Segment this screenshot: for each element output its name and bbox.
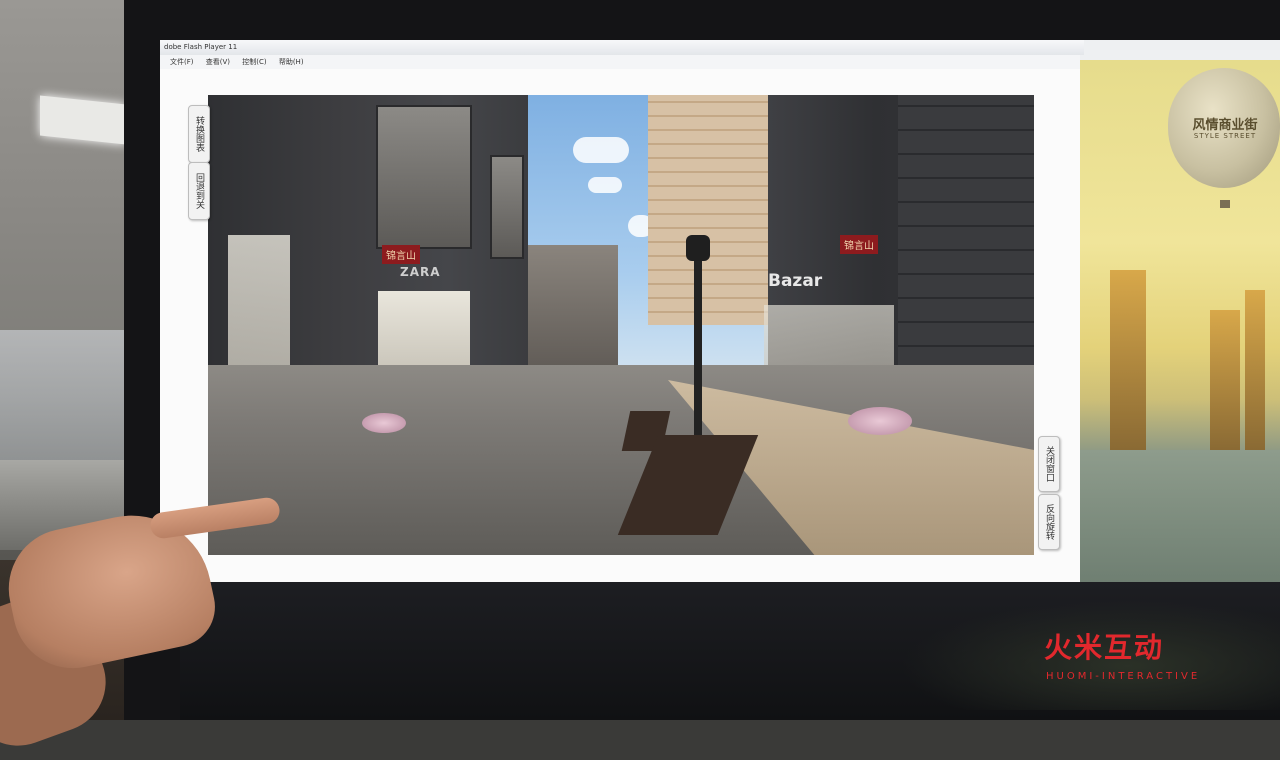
close-window-button[interactable]: 关闭窗口 <box>1038 436 1060 492</box>
banner-tower <box>1245 290 1265 450</box>
sign-zara: ZARA <box>400 265 441 279</box>
menu-help[interactable]: 帮助(H) <box>279 55 304 69</box>
window-title: dobe Flash Player 11 <box>160 40 1084 55</box>
watermark-logo: 火米互动 <box>1044 631 1165 664</box>
cloud <box>588 177 622 193</box>
flower-planter <box>848 407 912 435</box>
reverse-rotate-button[interactable]: 反向旋转 <box>1038 494 1060 550</box>
left-window <box>490 155 524 259</box>
flower-planter <box>362 413 406 433</box>
watermark-subtitle: HUOMI-INTERACTIVE <box>1046 671 1201 682</box>
menu-control[interactable]: 控制(C) <box>242 55 266 69</box>
banner-water <box>1080 450 1280 582</box>
menu-file[interactable]: 文件(F) <box>170 55 194 69</box>
banner-tower <box>1210 310 1240 450</box>
cloud <box>573 137 629 163</box>
sign-right-red: 锦言山 <box>840 235 878 254</box>
back-button[interactable]: 回退到关 <box>188 162 210 220</box>
sign-bazar: Bazar <box>768 271 823 291</box>
balloon-basket <box>1220 200 1230 208</box>
room-window <box>0 330 132 460</box>
street-lamp <box>694 235 702 435</box>
menu-view[interactable]: 查看(V) <box>206 55 230 69</box>
switch-view-button[interactable]: 转换图表 <box>188 105 210 163</box>
banner-title: 风情商业街 <box>1192 118 1258 133</box>
promo-banner: 风情商业街 STYLE STREET <box>1080 60 1280 582</box>
banner-tower <box>1110 270 1146 450</box>
street-scene-viewport[interactable]: ZARA 锦言山 Bazar 锦言山 <box>208 95 1034 555</box>
left-window <box>376 105 472 249</box>
far-building <box>528 245 618 375</box>
sign-left-red: 锦言山 <box>382 245 420 264</box>
menu-bar: 文件(F) 查看(V) 控制(C) 帮助(H) <box>160 55 1080 69</box>
street-lamp-head <box>686 235 710 261</box>
banner-subtitle: STYLE STREET <box>1193 132 1257 140</box>
